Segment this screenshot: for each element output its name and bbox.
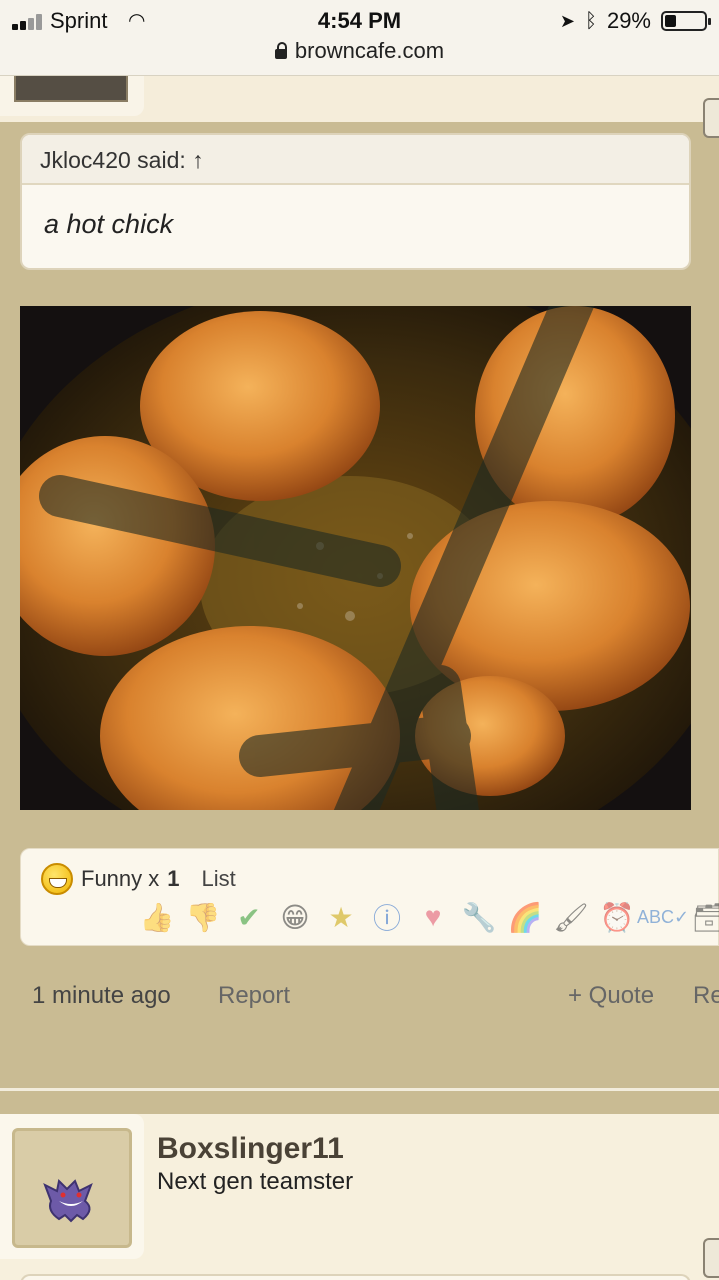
bluetooth-icon: ᛒ — [584, 9, 597, 32]
funny-reaction-icon — [41, 863, 73, 895]
check-icon[interactable]: ✔ — [231, 899, 267, 935]
user-title: Next gen teamster — [157, 1168, 354, 1195]
address-bar[interactable]: browncafe.com — [0, 38, 719, 64]
thumbs-down-icon[interactable]: 👎 — [185, 899, 221, 935]
url-text: browncafe.com — [294, 38, 445, 63]
ghost-avatar-icon — [43, 1178, 93, 1223]
quote-attribution[interactable]: Jkloc420 said: ↑ — [22, 135, 689, 185]
avatar[interactable] — [12, 1128, 132, 1248]
star-medal-icon[interactable]: ★ — [323, 899, 359, 935]
info-icon[interactable]: ⓘ — [369, 899, 405, 935]
heart-icon[interactable]: ♥ — [415, 899, 451, 935]
wrench-icon[interactable]: 🔧 — [461, 899, 497, 935]
reply-button[interactable]: Re — [693, 982, 719, 1010]
username[interactable]: Boxslinger11 — [157, 1132, 344, 1166]
battery-icon — [661, 11, 711, 31]
reaction-summary-label: Funny x — [81, 866, 160, 891]
report-link[interactable]: Report — [218, 982, 290, 1010]
paintbrush-icon[interactable]: 🖌 — [553, 899, 589, 935]
quote-button[interactable]: + Quote — [568, 982, 654, 1010]
lock-icon — [274, 42, 287, 59]
post-image[interactable] — [20, 306, 691, 810]
alarm-clock-icon[interactable]: ⏰ — [599, 899, 635, 935]
smile-icon[interactable]: 😁 — [277, 899, 313, 935]
reaction-list-link[interactable]: List — [202, 866, 236, 892]
next-post-card-edge — [20, 1274, 691, 1280]
post-divider — [0, 1088, 719, 1091]
thumbs-up-icon[interactable]: 👍 — [139, 899, 175, 935]
box-icon[interactable]: 🗃 — [691, 899, 719, 935]
rainbow-icon[interactable]: 🌈 — [507, 899, 543, 935]
spellcheck-icon[interactable]: ABC✓ — [637, 899, 689, 935]
reactions-bar: Funny x 1 List 👍 👎 ✔ 😁 ★ ⓘ ♥ 🔧 🌈 🖌 ⏰ ABC… — [20, 848, 719, 946]
scroll-handle[interactable] — [703, 98, 719, 138]
scroll-handle[interactable] — [703, 1238, 719, 1278]
post-timestamp[interactable]: 1 minute ago — [32, 982, 171, 1010]
battery-percent: 29% — [606, 8, 651, 33]
location-icon: ➤ — [559, 10, 575, 31]
reaction-icons: 👍 👎 ✔ 😁 ★ ⓘ ♥ 🔧 🌈 🖌 ⏰ ABC✓ 🗃 — [139, 899, 719, 935]
quote-block: Jkloc420 said: ↑ a hot chick — [20, 133, 691, 270]
quote-text: a hot chick — [44, 209, 174, 239]
status-bar: Sprint ◠ 4:54 PM ➤ ᛒ 29% browncafe.com — [0, 0, 719, 76]
previous-avatar[interactable] — [14, 76, 128, 102]
reaction-count: 1 — [167, 866, 180, 891]
